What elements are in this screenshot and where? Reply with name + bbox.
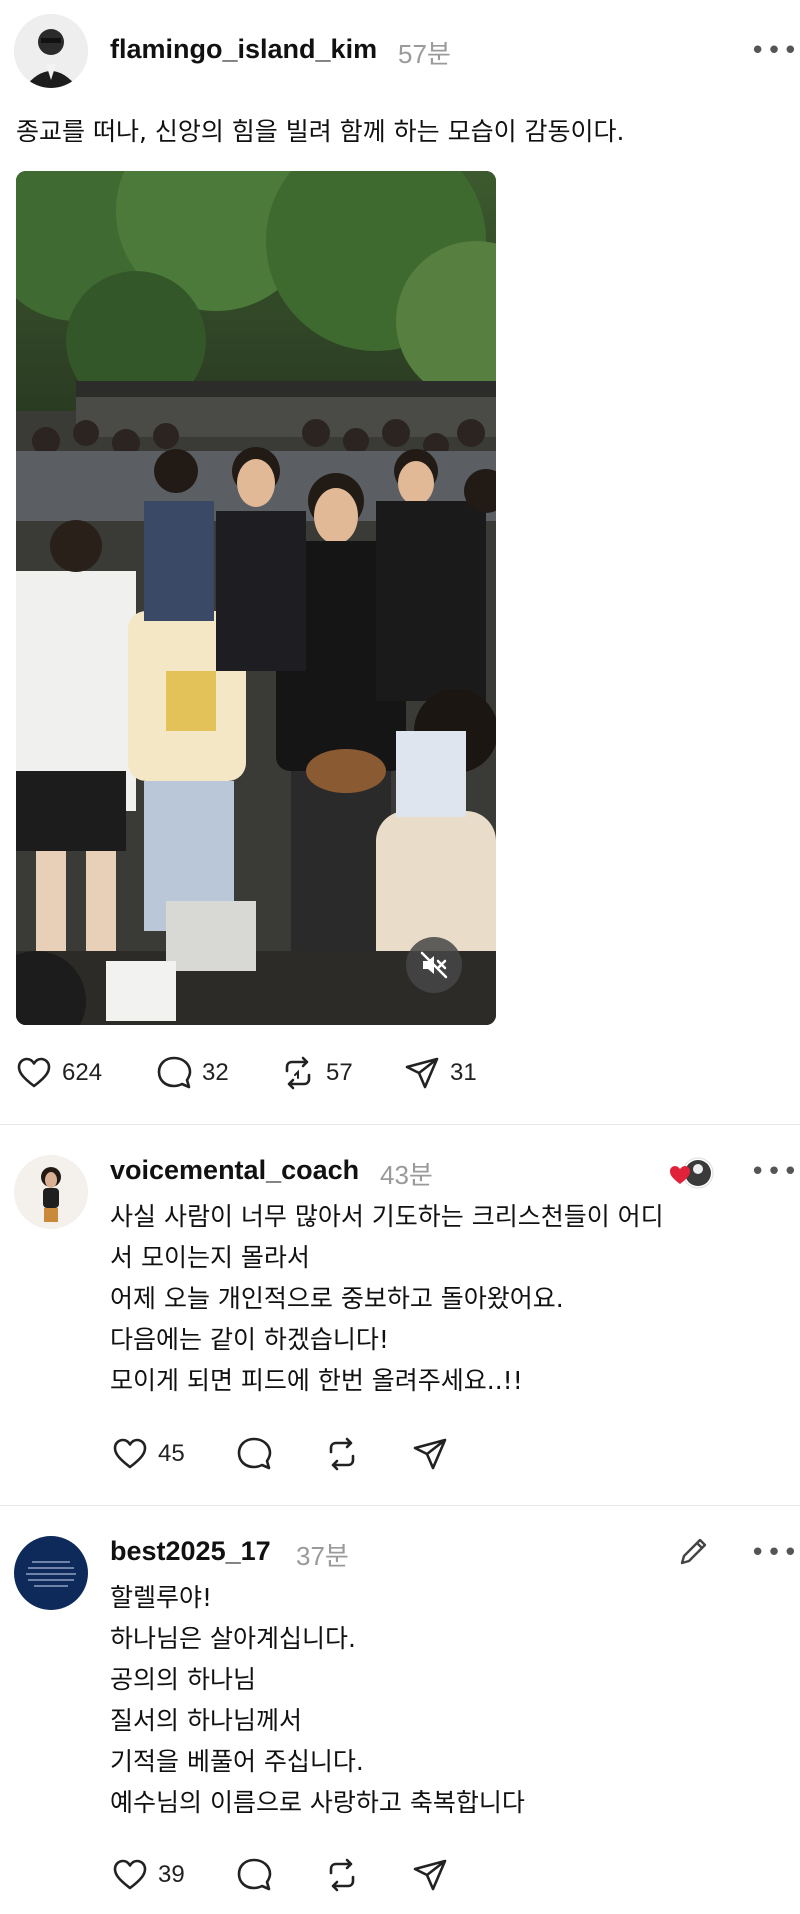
avatar[interactable]	[14, 1155, 88, 1229]
share-count: 31	[450, 1059, 477, 1086]
post-time: 57분	[398, 39, 451, 69]
more-icon[interactable]: •••	[750, 1157, 799, 1187]
more-icon[interactable]: •••	[750, 1538, 799, 1568]
comment-icon	[157, 1056, 192, 1089]
like-count: 39	[158, 1861, 185, 1888]
reply-username[interactable]: voicemental_coach	[110, 1155, 359, 1186]
reply-line: 예수님의 이름으로 사랑하고 축복합니다	[110, 1788, 525, 1817]
reply-line: 질서의 하나님께서	[110, 1706, 302, 1735]
liked-by-author-badge	[668, 1156, 714, 1190]
avatar[interactable]	[14, 14, 88, 88]
heart-icon	[17, 1057, 51, 1088]
comment-button[interactable]: 32	[154, 1053, 229, 1093]
like-count: 45	[158, 1440, 185, 1467]
post-username[interactable]: flamingo_island_kim	[110, 34, 377, 65]
repost-count: 57	[326, 1059, 353, 1086]
share-button[interactable]	[410, 1434, 450, 1474]
mute-icon	[420, 951, 448, 979]
avatar[interactable]	[14, 1536, 88, 1610]
comment-count: 32	[202, 1059, 229, 1086]
repost-button[interactable]	[322, 1434, 362, 1474]
reply-time: 37분	[296, 1541, 349, 1571]
reply-username[interactable]: best2025_17	[110, 1536, 271, 1567]
repost-button[interactable]	[322, 1855, 362, 1895]
reply-line: 어제 오늘 개인적으로 중보하고 돌아왔어요.	[110, 1284, 564, 1313]
more-icon[interactable]: •••	[750, 36, 799, 66]
like-button[interactable]: 624	[14, 1053, 102, 1093]
post-text: 종교를 떠나, 신앙의 힘을 빌려 함께 하는 모습이 감동이다.	[16, 117, 625, 146]
reply-line: 모이게 되면 피드에 한번 올려주세요..!!	[110, 1366, 523, 1395]
repost-icon	[285, 1056, 311, 1090]
reply-line: 기적을 베풀어 주십니다.	[110, 1747, 364, 1776]
reply-line: 공의의 하나님	[110, 1665, 256, 1694]
like-button[interactable]: 45	[110, 1434, 185, 1474]
comment-icon	[237, 1858, 272, 1891]
heart-icon	[113, 1438, 147, 1469]
reply-line: 사실 사람이 너무 많아서 기도하는 크리스천들이 어디	[110, 1202, 664, 1231]
comment-button[interactable]	[234, 1855, 274, 1895]
reply-line: 하나님은 살아계십니다.	[110, 1624, 356, 1653]
like-count: 624	[62, 1059, 103, 1086]
like-button[interactable]: 39	[110, 1855, 185, 1895]
reply-time: 43분	[380, 1160, 433, 1190]
share-button[interactable]	[410, 1855, 450, 1895]
heart-icon	[113, 1859, 147, 1890]
comment-button[interactable]	[234, 1434, 274, 1474]
reply-line: 다음에는 같이 하겠습니다!	[110, 1325, 389, 1354]
share-button[interactable]: 31	[402, 1053, 477, 1093]
reply-line: 서 모이는지 몰라서	[110, 1243, 310, 1272]
repost-icon	[329, 1858, 355, 1892]
comment-icon	[237, 1437, 272, 1470]
divider	[0, 1124, 800, 1125]
repost-icon	[329, 1437, 355, 1471]
reply-line: 할렐루야!	[110, 1583, 213, 1612]
mute-button[interactable]	[406, 937, 462, 993]
repost-button[interactable]: 57	[278, 1053, 353, 1093]
post-video[interactable]	[16, 171, 496, 1025]
share-icon	[413, 1859, 447, 1891]
edit-icon[interactable]	[676, 1533, 712, 1569]
share-icon	[405, 1057, 439, 1089]
video-frame	[16, 171, 496, 1025]
share-icon	[413, 1438, 447, 1470]
divider	[0, 1505, 800, 1506]
